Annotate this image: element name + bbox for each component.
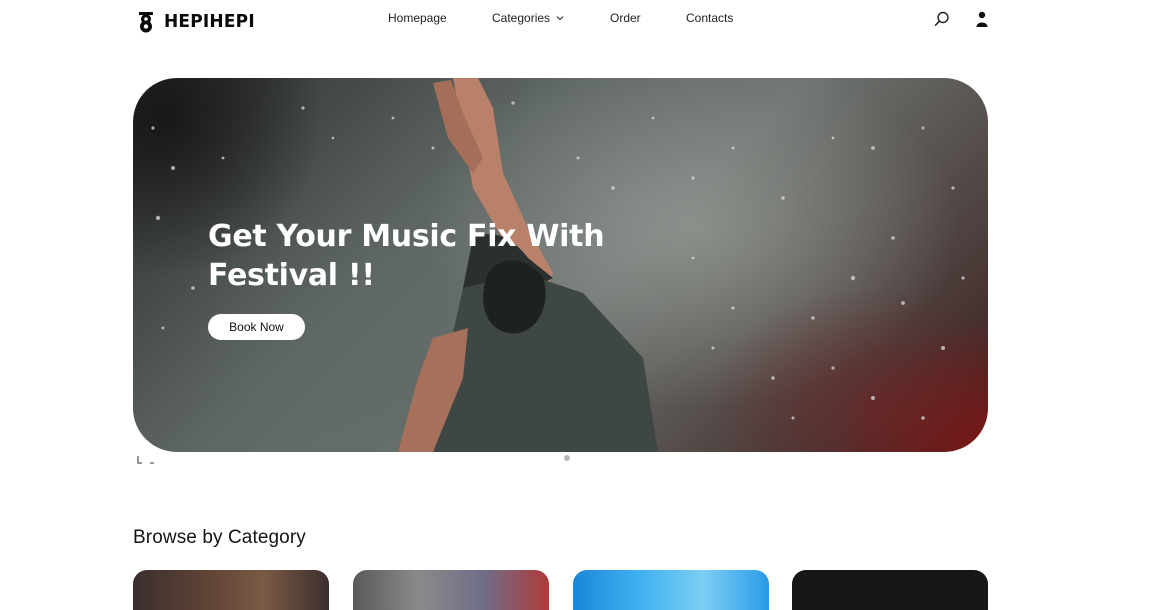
nav-item-label: Order (610, 11, 641, 25)
category-card-4[interactable] (792, 570, 988, 610)
nav-item-order[interactable]: Order (610, 11, 641, 25)
hero-title: Get Your Music Fix With Festival !! (208, 217, 628, 295)
book-now-button[interactable]: Book Now (208, 314, 305, 340)
category-card-3[interactable] (573, 570, 769, 610)
main-nav: Homepage Categories Order Contacts (0, 11, 1168, 27)
site-header: HEPIHEPI Homepage Categories Order Conta… (0, 0, 1168, 40)
hero-title-line-1: Get Your Music Fix With (208, 219, 605, 254)
nav-item-label: Homepage (388, 11, 447, 25)
fullscreen-corner-icon[interactable] (137, 455, 155, 465)
search-icon[interactable] (933, 10, 951, 28)
nav-item-label: Contacts (686, 11, 734, 25)
hero-banner[interactable]: Get Your Music Fix With Festival !! Book… (133, 78, 988, 452)
nav-item-homepage[interactable]: Homepage (388, 11, 447, 25)
nav-item-categories[interactable]: Categories (492, 11, 564, 25)
nav-item-label: Categories (492, 11, 551, 25)
category-card-2[interactable] (353, 570, 549, 610)
section-title-categories: Browse by Category (133, 527, 306, 548)
nav-item-contacts[interactable]: Contacts (686, 11, 733, 25)
hero-title-line-2: Festival !! (208, 258, 375, 293)
slider-dot-active[interactable] (564, 455, 570, 461)
user-icon[interactable] (973, 10, 991, 28)
category-card-1[interactable] (133, 570, 329, 610)
chevron-down-icon (556, 16, 564, 21)
